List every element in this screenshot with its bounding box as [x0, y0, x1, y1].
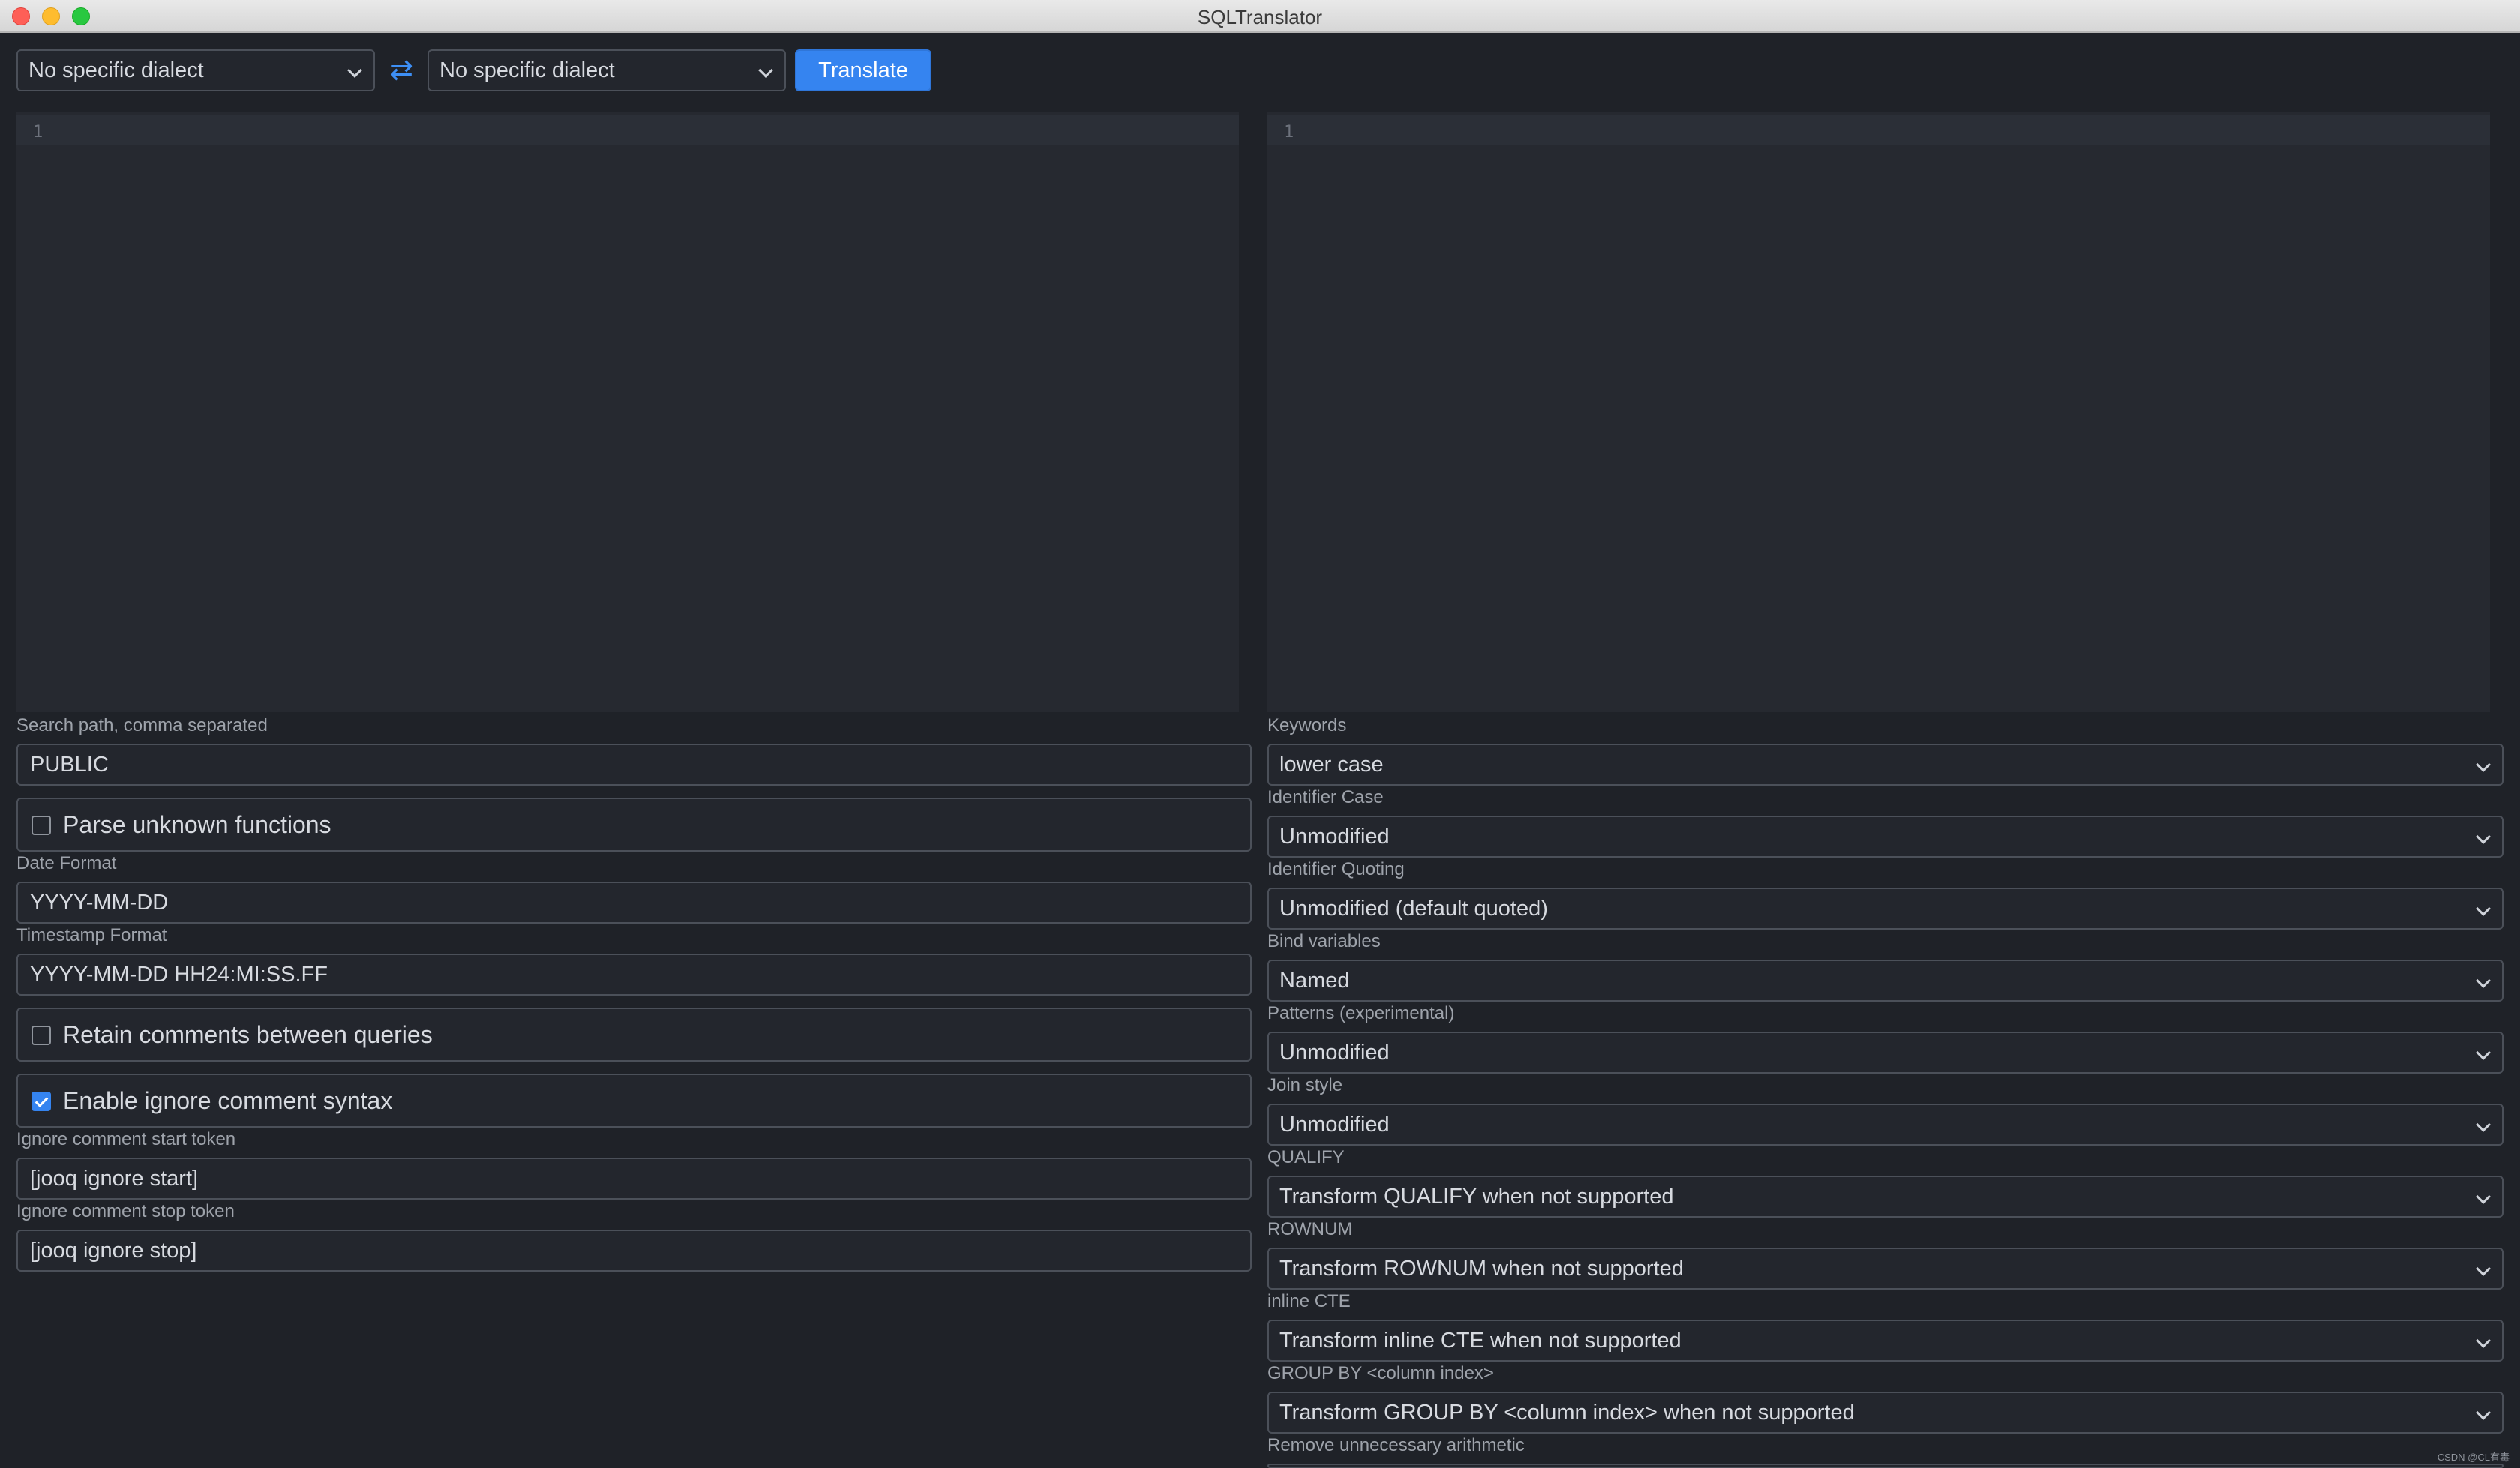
- chevron-down-icon: [2476, 1261, 2491, 1276]
- ignore-start-token-label: Ignore comment start token: [16, 1129, 236, 1149]
- ignore-comment-syntax-row[interactable]: Enable ignore comment syntax: [16, 1074, 1252, 1128]
- remove-arithmetic-label: Remove unnecessary arithmetic: [1268, 1435, 1525, 1455]
- chevron-down-icon: [758, 63, 773, 78]
- keywords-value: lower case: [1280, 753, 1384, 777]
- inline-cte-select[interactable]: Transform inline CTE when not supported: [1268, 1320, 2504, 1362]
- identifier-case-value: Unmodified: [1280, 825, 1390, 849]
- keywords-label: Keywords: [1268, 715, 1347, 735]
- chevron-down-icon: [2476, 1045, 2491, 1060]
- line-number: 1: [33, 123, 44, 142]
- qualify-value: Transform QUALIFY when not supported: [1280, 1185, 1674, 1209]
- identifier-case-select[interactable]: Unmodified: [1268, 816, 2504, 858]
- current-line-highlight: [1268, 115, 2490, 145]
- parse-unknown-functions-row[interactable]: Parse unknown functions: [16, 798, 1252, 852]
- patterns-value: Unmodified: [1280, 1041, 1390, 1065]
- timestamp-format-input[interactable]: YYYY-MM-DD HH24:MI:SS.FF: [16, 954, 1252, 996]
- swap-arrows-icon[interactable]: ⇄: [388, 55, 414, 85]
- chevron-down-icon: [2476, 973, 2491, 988]
- patterns-select[interactable]: Unmodified: [1268, 1032, 2504, 1074]
- identifier-case-label: Identifier Case: [1268, 787, 1384, 807]
- ignore-stop-token-label: Ignore comment stop token: [16, 1201, 235, 1221]
- timestamp-format-label: Timestamp Format: [16, 925, 167, 945]
- output-sql-editor[interactable]: 1: [1268, 112, 2490, 712]
- group-by-label: GROUP BY <column index>: [1268, 1363, 1494, 1383]
- target-dialect-value: No specific dialect: [440, 58, 615, 82]
- bind-variables-label: Bind variables: [1268, 931, 1381, 951]
- inline-cte-label: inline CTE: [1268, 1291, 1351, 1311]
- identifier-quoting-label: Identifier Quoting: [1268, 859, 1405, 879]
- parse-unknown-functions-checkbox[interactable]: [32, 816, 51, 835]
- ignore-stop-token-input[interactable]: [jooq ignore stop]: [16, 1230, 1252, 1272]
- translate-button[interactable]: Translate: [795, 49, 932, 91]
- join-style-value: Unmodified: [1280, 1113, 1390, 1137]
- retain-comments-checkbox[interactable]: [32, 1026, 51, 1045]
- chevron-down-icon: [2476, 757, 2491, 772]
- group-by-value: Transform GROUP BY <column index> when n…: [1280, 1401, 1855, 1425]
- rownum-select[interactable]: Transform ROWNUM when not supported: [1268, 1248, 2504, 1290]
- ignore-comment-syntax-checkbox[interactable]: [32, 1092, 51, 1111]
- input-sql-editor[interactable]: 1: [16, 112, 1239, 712]
- rownum-value: Transform ROWNUM when not supported: [1280, 1257, 1684, 1281]
- qualify-select[interactable]: Transform QUALIFY when not supported: [1268, 1176, 2504, 1218]
- retain-comments-row[interactable]: Retain comments between queries: [16, 1008, 1252, 1062]
- qualify-label: QUALIFY: [1268, 1147, 1345, 1167]
- ignore-start-token-input[interactable]: [jooq ignore start]: [16, 1158, 1252, 1200]
- join-style-label: Join style: [1268, 1075, 1343, 1095]
- source-dialect-value: No specific dialect: [28, 58, 204, 82]
- patterns-label: Patterns (experimental): [1268, 1003, 1455, 1023]
- identifier-quoting-value: Unmodified (default quoted): [1280, 897, 1548, 921]
- chevron-down-icon: [2476, 1333, 2491, 1348]
- rownum-label: ROWNUM: [1268, 1219, 1353, 1239]
- chevron-down-icon: [2476, 901, 2491, 916]
- group-by-select[interactable]: Transform GROUP BY <column index> when n…: [1268, 1392, 2504, 1434]
- join-style-select[interactable]: Unmodified: [1268, 1104, 2504, 1146]
- retain-comments-label: Retain comments between queries: [63, 1021, 433, 1048]
- parse-unknown-functions-label: Parse unknown functions: [63, 811, 332, 838]
- keywords-select[interactable]: lower case: [1268, 744, 2504, 786]
- bind-variables-select[interactable]: Named: [1268, 960, 2504, 1002]
- chevron-down-icon: [2476, 1405, 2491, 1420]
- search-path-input[interactable]: PUBLIC: [16, 744, 1252, 786]
- chevron-down-icon: [2476, 1189, 2491, 1204]
- date-format-input[interactable]: YYYY-MM-DD: [16, 882, 1252, 924]
- target-dialect-select[interactable]: No specific dialect: [428, 49, 786, 91]
- source-dialect-select[interactable]: No specific dialect: [16, 49, 375, 91]
- window-title: SQLTranslator: [1197, 6, 1323, 28]
- identifier-quoting-select[interactable]: Unmodified (default quoted): [1268, 888, 2504, 930]
- title-bar: SQLTranslator: [0, 0, 2520, 33]
- chevron-down-icon: [2476, 829, 2491, 844]
- watermark-text: CSDN @CL有毒: [2437, 1452, 2510, 1463]
- chevron-down-icon: [2476, 1117, 2491, 1132]
- inline-cte-value: Transform inline CTE when not supported: [1280, 1329, 1682, 1353]
- date-format-label: Date Format: [16, 853, 117, 873]
- remove-arithmetic-select[interactable]: [1268, 1464, 2504, 1468]
- line-number: 1: [1284, 123, 1294, 142]
- bind-variables-value: Named: [1280, 969, 1350, 993]
- checkmark-icon: [34, 1094, 49, 1107]
- chevron-down-icon: [347, 63, 362, 78]
- ignore-comment-syntax-label: Enable ignore comment syntax: [63, 1087, 393, 1114]
- current-line-highlight: [16, 115, 1239, 145]
- search-path-label: Search path, comma separated: [16, 715, 268, 735]
